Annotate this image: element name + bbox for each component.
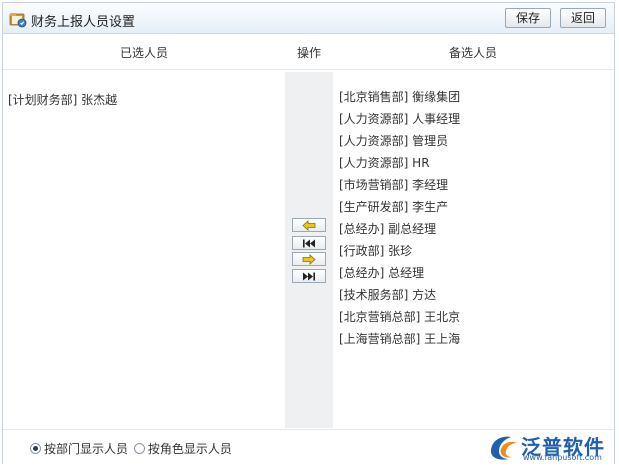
list-item[interactable]: [人力资源部] 人事经理	[339, 108, 609, 130]
footer: 按部门显示人员 按角色显示人员 泛普软件 www.fanpusoft.com	[3, 429, 614, 464]
radio-by-role[interactable]	[133, 443, 145, 454]
list-item[interactable]: [技术服务部] 方达	[339, 284, 609, 306]
back-button[interactable]: 返回	[560, 8, 606, 28]
column-headers: 已选人员 操作 备选人员	[3, 34, 614, 70]
arrow-right-icon	[302, 253, 316, 265]
fanpu-logo-icon	[491, 436, 517, 460]
list-item[interactable]: [计划财务部] 张杰越	[8, 89, 278, 111]
selected-column-header: 已选人员	[119, 46, 168, 60]
candidates-column-header: 备选人员	[448, 46, 497, 60]
radio-by-department[interactable]	[30, 443, 41, 454]
title-bar: 财务上报人员设置 保存 返回	[3, 3, 614, 34]
move-all-left-button[interactable]	[292, 236, 326, 250]
selected-list: [计划财务部] 张杰越	[8, 89, 278, 111]
move-right-button[interactable]	[292, 252, 326, 266]
ops-column	[285, 72, 333, 428]
save-button[interactable]: 保存	[505, 8, 551, 28]
ops-column-header: 操作	[296, 46, 321, 60]
list-item[interactable]: [生产研发部] 李生产	[339, 196, 609, 218]
list-item[interactable]: [北京营销总部] 王北京	[339, 306, 609, 328]
list-item[interactable]: [总经办] 副总经理	[339, 218, 609, 240]
candidate-list: [北京销售部] 衡缘集团 [人力资源部] 人事经理 [人力资源部] 管理员 [人…	[339, 86, 609, 350]
list-item[interactable]: [市场营销部] 李经理	[339, 174, 609, 196]
list-item[interactable]: [上海营销总部] 王上海	[339, 328, 609, 350]
move-left-button[interactable]	[292, 218, 326, 232]
list-item[interactable]: [行政部] 张珍	[339, 240, 609, 262]
arrow-left-icon	[302, 219, 316, 231]
list-item[interactable]: [人力资源部] HR	[339, 152, 609, 174]
radio-by-department-label[interactable]: 按部门显示人员	[44, 442, 128, 456]
list-item[interactable]: [北京销售部] 衡缘集团	[339, 86, 609, 108]
radio-by-role-label[interactable]: 按角色显示人员	[148, 442, 232, 456]
display-mode-group: 按部门显示人员 按角色显示人员	[30, 440, 234, 457]
page-title: 财务上报人员设置	[31, 15, 136, 30]
double-arrow-right-icon	[303, 272, 315, 280]
brand-logo: 泛普软件 www.fanpusoft.com	[487, 430, 615, 464]
double-arrow-left-icon	[303, 239, 315, 247]
move-all-right-button[interactable]	[292, 269, 326, 283]
logo-url: www.fanpusoft.com	[523, 453, 602, 462]
settings-folder-icon	[9, 10, 27, 28]
list-item[interactable]: [人力资源部] 管理员	[339, 130, 609, 152]
list-item[interactable]: [总经办] 总经理	[339, 262, 609, 284]
dialog-frame: 财务上报人员设置 保存 返回 已选人员 操作 备选人员 [计划财务部] 张杰越	[2, 2, 615, 464]
